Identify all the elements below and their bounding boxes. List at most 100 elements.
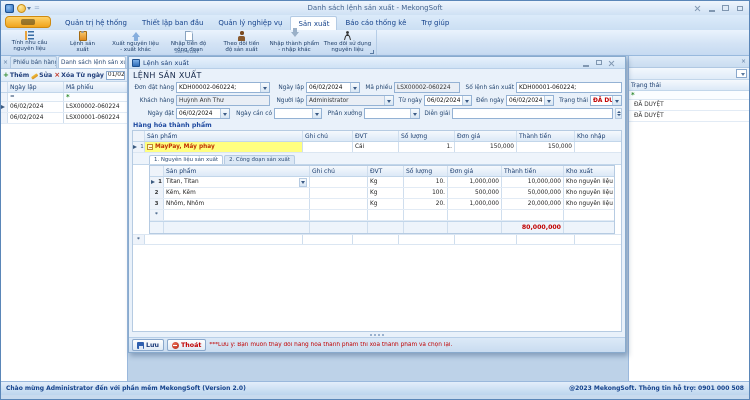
ngay-lap-field[interactable]: 06/02/2024 (306, 82, 360, 93)
tab-thiet-lap-ban-dau[interactable]: Thiết lập ban đầu (135, 16, 210, 30)
nhap-thanh-pham-button[interactable]: Nhập thành phẩm- nhập khác (268, 30, 321, 49)
nhap-tien-do-cong-doan-button[interactable]: Nhập tiến độcông đoạn (162, 30, 215, 49)
filter-icon[interactable]: * (629, 91, 749, 99)
product-cell[interactable]: MayPay, Máy phay (145, 142, 303, 152)
column-dvt[interactable]: ĐVT (368, 166, 404, 176)
tab-phieu-ban-hang[interactable]: Phiếu bán hàng× (10, 56, 57, 68)
qty-cell[interactable]: 20. (404, 199, 448, 209)
list-row-selected[interactable]: 06/02/2024 LSX00002-060224 (1, 102, 127, 113)
unit-cell[interactable]: Kg (368, 188, 404, 198)
note-cell[interactable] (310, 199, 368, 209)
restore-icon[interactable] (721, 4, 730, 12)
customize-icon[interactable] (693, 4, 702, 12)
save-button[interactable]: Lưu (132, 339, 164, 351)
dialog-maximize-icon[interactable] (594, 59, 603, 67)
warehouse-cell[interactable] (575, 142, 621, 152)
note-cell[interactable] (310, 188, 368, 198)
xuat-nguyen-lieu-button[interactable]: Xuất nguyên liệu- xuất khác (109, 30, 162, 49)
tab-bao-cao-thong-ke[interactable]: Báo cáo thống kê (338, 16, 413, 30)
tab-quan-ly-nghiep-vu[interactable]: Quản lý nghiệp vụ (211, 16, 289, 30)
phan-xuong-field[interactable] (364, 108, 420, 119)
column-dvt[interactable]: ĐVT (353, 131, 399, 141)
don-dat-hang-field[interactable]: KDH00002-060224; (176, 82, 270, 93)
dialog-minimize-icon[interactable] (581, 59, 590, 67)
price-cell[interactable]: 500,000 (448, 188, 502, 198)
theo-doi-tien-do-button[interactable]: Theo dõi tiếnđộ sản xuất (215, 30, 268, 49)
tab-danh-sach-lenh-san-xuat[interactable]: Danh sách lệnh sản xuất× (58, 56, 126, 68)
collapse-detail-icon[interactable] (147, 144, 153, 150)
price-cell[interactable]: 150,000 (455, 142, 517, 152)
exit-button[interactable]: Thoát (167, 339, 206, 351)
status-cell[interactable]: ĐÃ DUYỆT (629, 111, 749, 122)
column-don-gia[interactable]: Đơn giá (455, 131, 517, 141)
warehouse-cell[interactable]: Kho nguyên liệu (564, 177, 614, 187)
qty-cell[interactable]: 10. (404, 177, 448, 187)
ngay-dat-field[interactable]: 06/02/2024 (176, 108, 230, 119)
warehouse-cell[interactable]: Kho nguyên liệu (564, 199, 614, 209)
delete-button[interactable]: × Xóa (54, 71, 74, 79)
product-new-row[interactable]: * (133, 234, 621, 245)
filter-icon[interactable]: * (64, 93, 127, 101)
column-thanh-tien[interactable]: Thành tiền (502, 166, 564, 176)
tab-tro-giup[interactable]: Trợ giúp (414, 16, 456, 30)
panel-close-icon[interactable]: × (741, 58, 746, 65)
column-ngay-lap[interactable]: Ngày lập (8, 82, 64, 92)
column-don-gia[interactable]: Đơn giá (448, 166, 502, 176)
column-ghi-chu[interactable]: Ghi chú (303, 131, 353, 141)
material-row[interactable]: 3 Nhôm, Nhôm Kg 20. 1,000,000 20,000,000… (150, 199, 614, 210)
column-kho-nhap[interactable]: Kho nhập (575, 131, 621, 141)
nguoi-lap-field[interactable]: Administrator (306, 95, 394, 106)
dialog-close-icon[interactable] (607, 59, 616, 67)
material-row[interactable]: 1 Titan, Titan Kg 10. 1,000,000 10,000,0… (150, 177, 614, 188)
price-cell[interactable]: 1,000,000 (448, 177, 502, 187)
tab-nguyen-lieu-san-xuat[interactable]: 1. Nguyên liệu sản xuất (149, 155, 223, 164)
column-ma-phieu[interactable]: Mã phiếu (64, 82, 127, 92)
column-so-luong[interactable]: Số lượng (404, 166, 448, 176)
product-cell[interactable]: Titan, Titan (164, 177, 310, 187)
column-ghi-chu[interactable]: Ghi chú (310, 166, 368, 176)
from-date-input[interactable]: 01/02 (106, 71, 125, 80)
khach-hang-field[interactable]: Huỳnh Anh Thư (176, 95, 270, 106)
tab-cong-doan-san-xuat[interactable]: 2. Công đoạn sản xuất (224, 155, 295, 164)
tinh-nhu-cau-nguyen-lieu-button[interactable]: Tính nhu cầunguyên liệu (3, 30, 56, 49)
status-cell[interactable]: ĐÃ DUYỆT (629, 100, 749, 111)
note-cell[interactable] (310, 177, 368, 187)
dien-giai-field[interactable] (452, 108, 613, 119)
theo-doi-su-dung-nguyen-lieu-button[interactable]: Theo dõi sử dụngnguyên liệu (321, 30, 374, 49)
filter-equals-icon[interactable]: = (8, 93, 64, 101)
list-filter-row[interactable]: = * (1, 93, 127, 102)
spinner-control[interactable] (615, 108, 622, 119)
product-cell[interactable]: Nhôm, Nhôm (164, 199, 310, 209)
column-trang-thai[interactable]: Trạng thái (629, 80, 749, 90)
tu-ngay-field[interactable]: 06/02/2024 (424, 95, 472, 106)
unit-cell[interactable]: Cái (353, 142, 399, 152)
amount-cell[interactable]: 50,000,000 (502, 188, 564, 198)
material-row[interactable]: 2 Kẽm, Kẽm Kg 100. 500,000 50,000,000 Kh… (150, 188, 614, 199)
add-button[interactable]: + Thêm (3, 71, 29, 79)
grid-filter-row[interactable]: * (629, 91, 749, 100)
toolbar-overflow-button[interactable] (736, 69, 747, 78)
warehouse-cell[interactable]: Kho nguyên liệu (564, 188, 614, 198)
column-san-pham[interactable]: Sản phẩm (164, 166, 310, 176)
column-so-luong[interactable]: Số lượng (399, 131, 455, 141)
qty-cell[interactable]: 100. (404, 188, 448, 198)
note-cell[interactable] (303, 142, 353, 152)
material-new-row[interactable]: * (150, 210, 614, 221)
edit-button[interactable]: Sửa (31, 72, 52, 79)
trang-thai-field[interactable]: ĐÃ DUYỆT (590, 95, 622, 106)
column-thanh-tien[interactable]: Thành tiền (517, 131, 575, 141)
quick-access-button[interactable] (17, 4, 31, 13)
application-menu-button[interactable] (5, 16, 51, 28)
product-row[interactable]: 1 MayPay, Máy phay Cái 1. 150,000 150,00… (133, 142, 621, 153)
tabstrip-close-button[interactable]: × (2, 57, 9, 68)
unit-cell[interactable]: Kg (368, 177, 404, 187)
amount-cell[interactable]: 10,000,000 (502, 177, 564, 187)
lenh-san-xuat-button[interactable]: Lệnh sảnxuất (56, 30, 109, 49)
group-dialog-launcher-icon[interactable] (370, 50, 374, 54)
list-row[interactable]: 06/02/2024 LSX00001-060224 (1, 113, 127, 124)
unit-cell[interactable]: Kg (368, 199, 404, 209)
maximize-icon[interactable] (735, 4, 744, 12)
so-lenh-field[interactable]: KDH00001-060224; (516, 82, 622, 93)
ma-phieu-field[interactable]: LSX00002-060224 (394, 82, 460, 93)
den-ngay-field[interactable]: 06/02/2024 (506, 95, 554, 106)
